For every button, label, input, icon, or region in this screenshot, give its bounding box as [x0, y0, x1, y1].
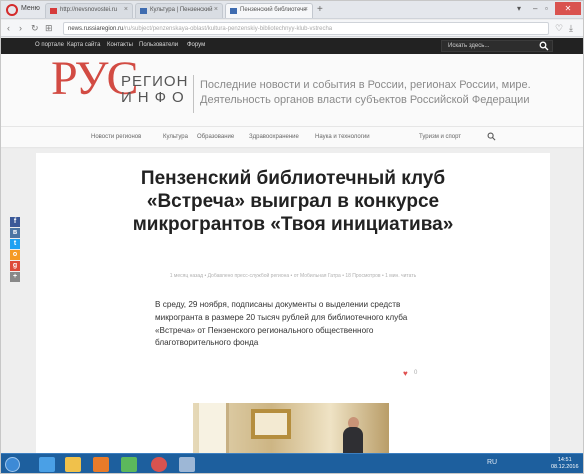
top-link-contacts[interactable]: Контакты — [107, 42, 133, 48]
top-link-sitemap[interactable]: Карта сайта — [67, 42, 100, 48]
like-count: 0 — [414, 370, 418, 376]
speed-dial-icon[interactable]: ⊞ — [45, 23, 53, 34]
close-window-icon[interactable]: ✕ — [555, 2, 581, 15]
minimize-icon[interactable]: – — [533, 4, 537, 13]
explorer-taskbar-icon[interactable] — [65, 457, 81, 472]
nav-item-tourism[interactable]: Туризм и спорт — [419, 134, 461, 140]
url-path: /ru/subject/penzenskaya-oblast/kultura-p… — [123, 26, 333, 32]
tab-close-icon[interactable]: × — [214, 6, 218, 13]
browser-window: Меню http://nevsnovostei.ru × Культура |… — [0, 0, 584, 474]
tab-close-icon[interactable]: × — [124, 6, 128, 13]
maximize-icon[interactable]: ▫ — [545, 4, 548, 13]
ie-taskbar-icon[interactable] — [39, 457, 55, 472]
top-link-forum[interactable]: Форум — [187, 42, 205, 48]
clock-time: 14:51 — [557, 457, 572, 463]
download-icon[interactable]: ⤓ — [569, 23, 573, 34]
tagline-line-1: Последние новости и события в России, ре… — [200, 79, 531, 91]
reload-icon[interactable]: ↻ — [31, 23, 39, 34]
main-nav: Новости регионов Культура Образование Зд… — [1, 126, 583, 148]
address-bar: ‹ › ↻ ⊞ news.russiaregion.ru/ru/subject/… — [1, 20, 583, 37]
vk-share-icon[interactable]: в — [10, 228, 20, 238]
site-search-input[interactable]: Искать здесь... — [441, 40, 553, 52]
windows-taskbar: RU 14:51 08.12.2016 — [1, 453, 583, 473]
article-title: Пензенский библиотечный клуб «Встреча» в… — [132, 168, 454, 235]
tray-clock[interactable]: 14:51 08.12.2016 — [551, 457, 579, 471]
search-icon[interactable] — [539, 41, 549, 51]
article-meta: 1 месяц назад • Добавлено пресс-службой … — [169, 273, 417, 279]
clock-date: 08.12.2016 — [551, 464, 579, 470]
more-share-icon[interactable]: + — [10, 272, 20, 282]
facebook-share-icon[interactable]: f — [10, 217, 20, 227]
tab-favicon-icon — [50, 8, 57, 14]
forward-icon[interactable]: › — [19, 23, 22, 33]
logo-region[interactable]: РЕГИОН — [121, 73, 188, 90]
tab-1[interactable]: http://nevsnovostei.ru × — [45, 3, 133, 18]
tab-label: Пензенский библиотечн — [240, 7, 307, 13]
opera-taskbar-icon[interactable] — [151, 457, 167, 472]
odnoklassniki-share-icon[interactable]: о — [10, 250, 20, 260]
article-lead: В среду, 29 ноября, подписаны документы … — [155, 300, 408, 348]
opera-logo-icon[interactable] — [6, 4, 18, 16]
new-tab-icon[interactable]: + — [317, 4, 323, 15]
tab-label: Культура | Пензенский — [150, 7, 213, 13]
media-taskbar-icon[interactable] — [93, 457, 109, 472]
tray-language[interactable]: RU — [487, 459, 497, 466]
tab-favicon-icon — [140, 8, 147, 14]
back-icon[interactable]: ‹ — [7, 23, 10, 33]
bookmark-icon[interactable]: ♡ — [555, 23, 563, 34]
start-button-icon[interactable] — [5, 457, 20, 472]
tab-strip: Меню http://nevsnovostei.ru × Культура |… — [1, 1, 583, 19]
tab-label: http://nevsnovostei.ru — [60, 7, 118, 13]
browser-menu-label[interactable]: Меню — [21, 5, 40, 12]
social-share-column: f в t о g + — [10, 217, 20, 283]
top-link-users[interactable]: Пользователи — [139, 42, 178, 48]
url-host: news.russiaregion.ru — [68, 26, 124, 32]
tab-close-icon[interactable]: × — [304, 6, 308, 13]
logo-info[interactable]: ИНФО — [121, 89, 190, 106]
nav-search-icon[interactable] — [487, 132, 496, 141]
header-divider — [193, 75, 194, 113]
article-photo — [193, 403, 389, 453]
tab-2[interactable]: Культура | Пензенский × — [135, 3, 223, 18]
window-taskbar-icon[interactable] — [179, 457, 195, 472]
app-taskbar-icon[interactable] — [121, 457, 137, 472]
like-heart-icon[interactable]: ♥ — [403, 369, 408, 378]
tagline-line-2: Деятельность органов власти субъектов Ро… — [200, 94, 530, 106]
site-tagline: Последние новости и события в России, ре… — [200, 78, 531, 108]
url-input[interactable]: news.russiaregion.ru/ru/subject/penzensk… — [63, 22, 549, 35]
tab-3-active[interactable]: Пензенский библиотечн × — [225, 3, 313, 18]
nav-item-education[interactable]: Образование — [197, 134, 234, 140]
tab-favicon-icon — [230, 8, 237, 14]
google-plus-share-icon[interactable]: g — [10, 261, 20, 271]
nav-item-health[interactable]: Здравоохранение — [249, 134, 299, 140]
twitter-share-icon[interactable]: t — [10, 239, 20, 249]
tab-menu-icon[interactable]: ▾ — [517, 4, 521, 13]
nav-item-culture[interactable]: Культура — [163, 134, 188, 140]
top-link-about[interactable]: О портале — [35, 42, 64, 48]
nav-item-science[interactable]: Наука и технологии — [315, 134, 370, 140]
nav-item-regions[interactable]: Новости регионов — [91, 134, 141, 140]
